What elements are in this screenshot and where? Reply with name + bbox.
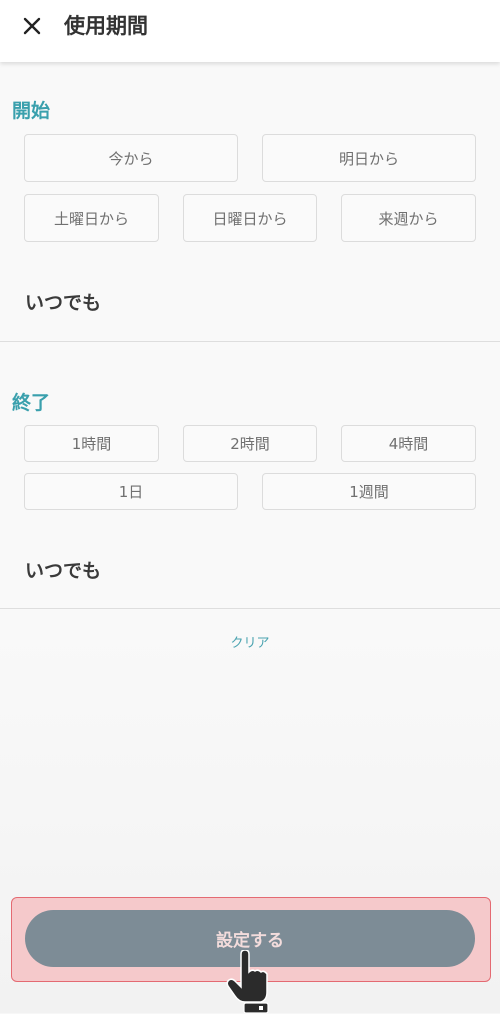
start-section-label: 開始 xyxy=(12,100,51,122)
start-option-tomorrow[interactable]: 明日から xyxy=(262,134,476,182)
end-option-1-day[interactable]: 1日 xyxy=(24,473,238,510)
start-anytime-value[interactable]: いつでも xyxy=(25,288,101,315)
start-option-next-week[interactable]: 来週から xyxy=(341,194,476,242)
close-button[interactable] xyxy=(14,8,50,44)
section-divider xyxy=(0,608,500,609)
end-option-1-week[interactable]: 1週間 xyxy=(262,473,476,510)
main-content: 開始 今から 明日から 土曜日から 日曜日から 来週から いつでも 終了 1時間… xyxy=(0,62,500,1013)
end-option-1-hour[interactable]: 1時間 xyxy=(24,425,159,462)
clear-link[interactable]: クリア xyxy=(0,632,500,651)
page-title: 使用期間 xyxy=(64,14,148,38)
start-option-now[interactable]: 今から xyxy=(24,134,238,182)
close-icon xyxy=(23,17,41,35)
end-anytime-value[interactable]: いつでも xyxy=(25,556,101,583)
header-bar: 使用期間 xyxy=(0,0,500,62)
end-option-4-hours[interactable]: 4時間 xyxy=(341,425,476,462)
submit-button-label: 設定する xyxy=(216,931,284,951)
start-option-sunday[interactable]: 日曜日から xyxy=(183,194,317,242)
end-section-label: 終了 xyxy=(12,392,51,414)
hand-pointer-icon xyxy=(226,950,269,1014)
section-divider xyxy=(0,341,500,342)
end-option-2-hours[interactable]: 2時間 xyxy=(183,425,317,462)
start-option-saturday[interactable]: 土曜日から xyxy=(24,194,159,242)
